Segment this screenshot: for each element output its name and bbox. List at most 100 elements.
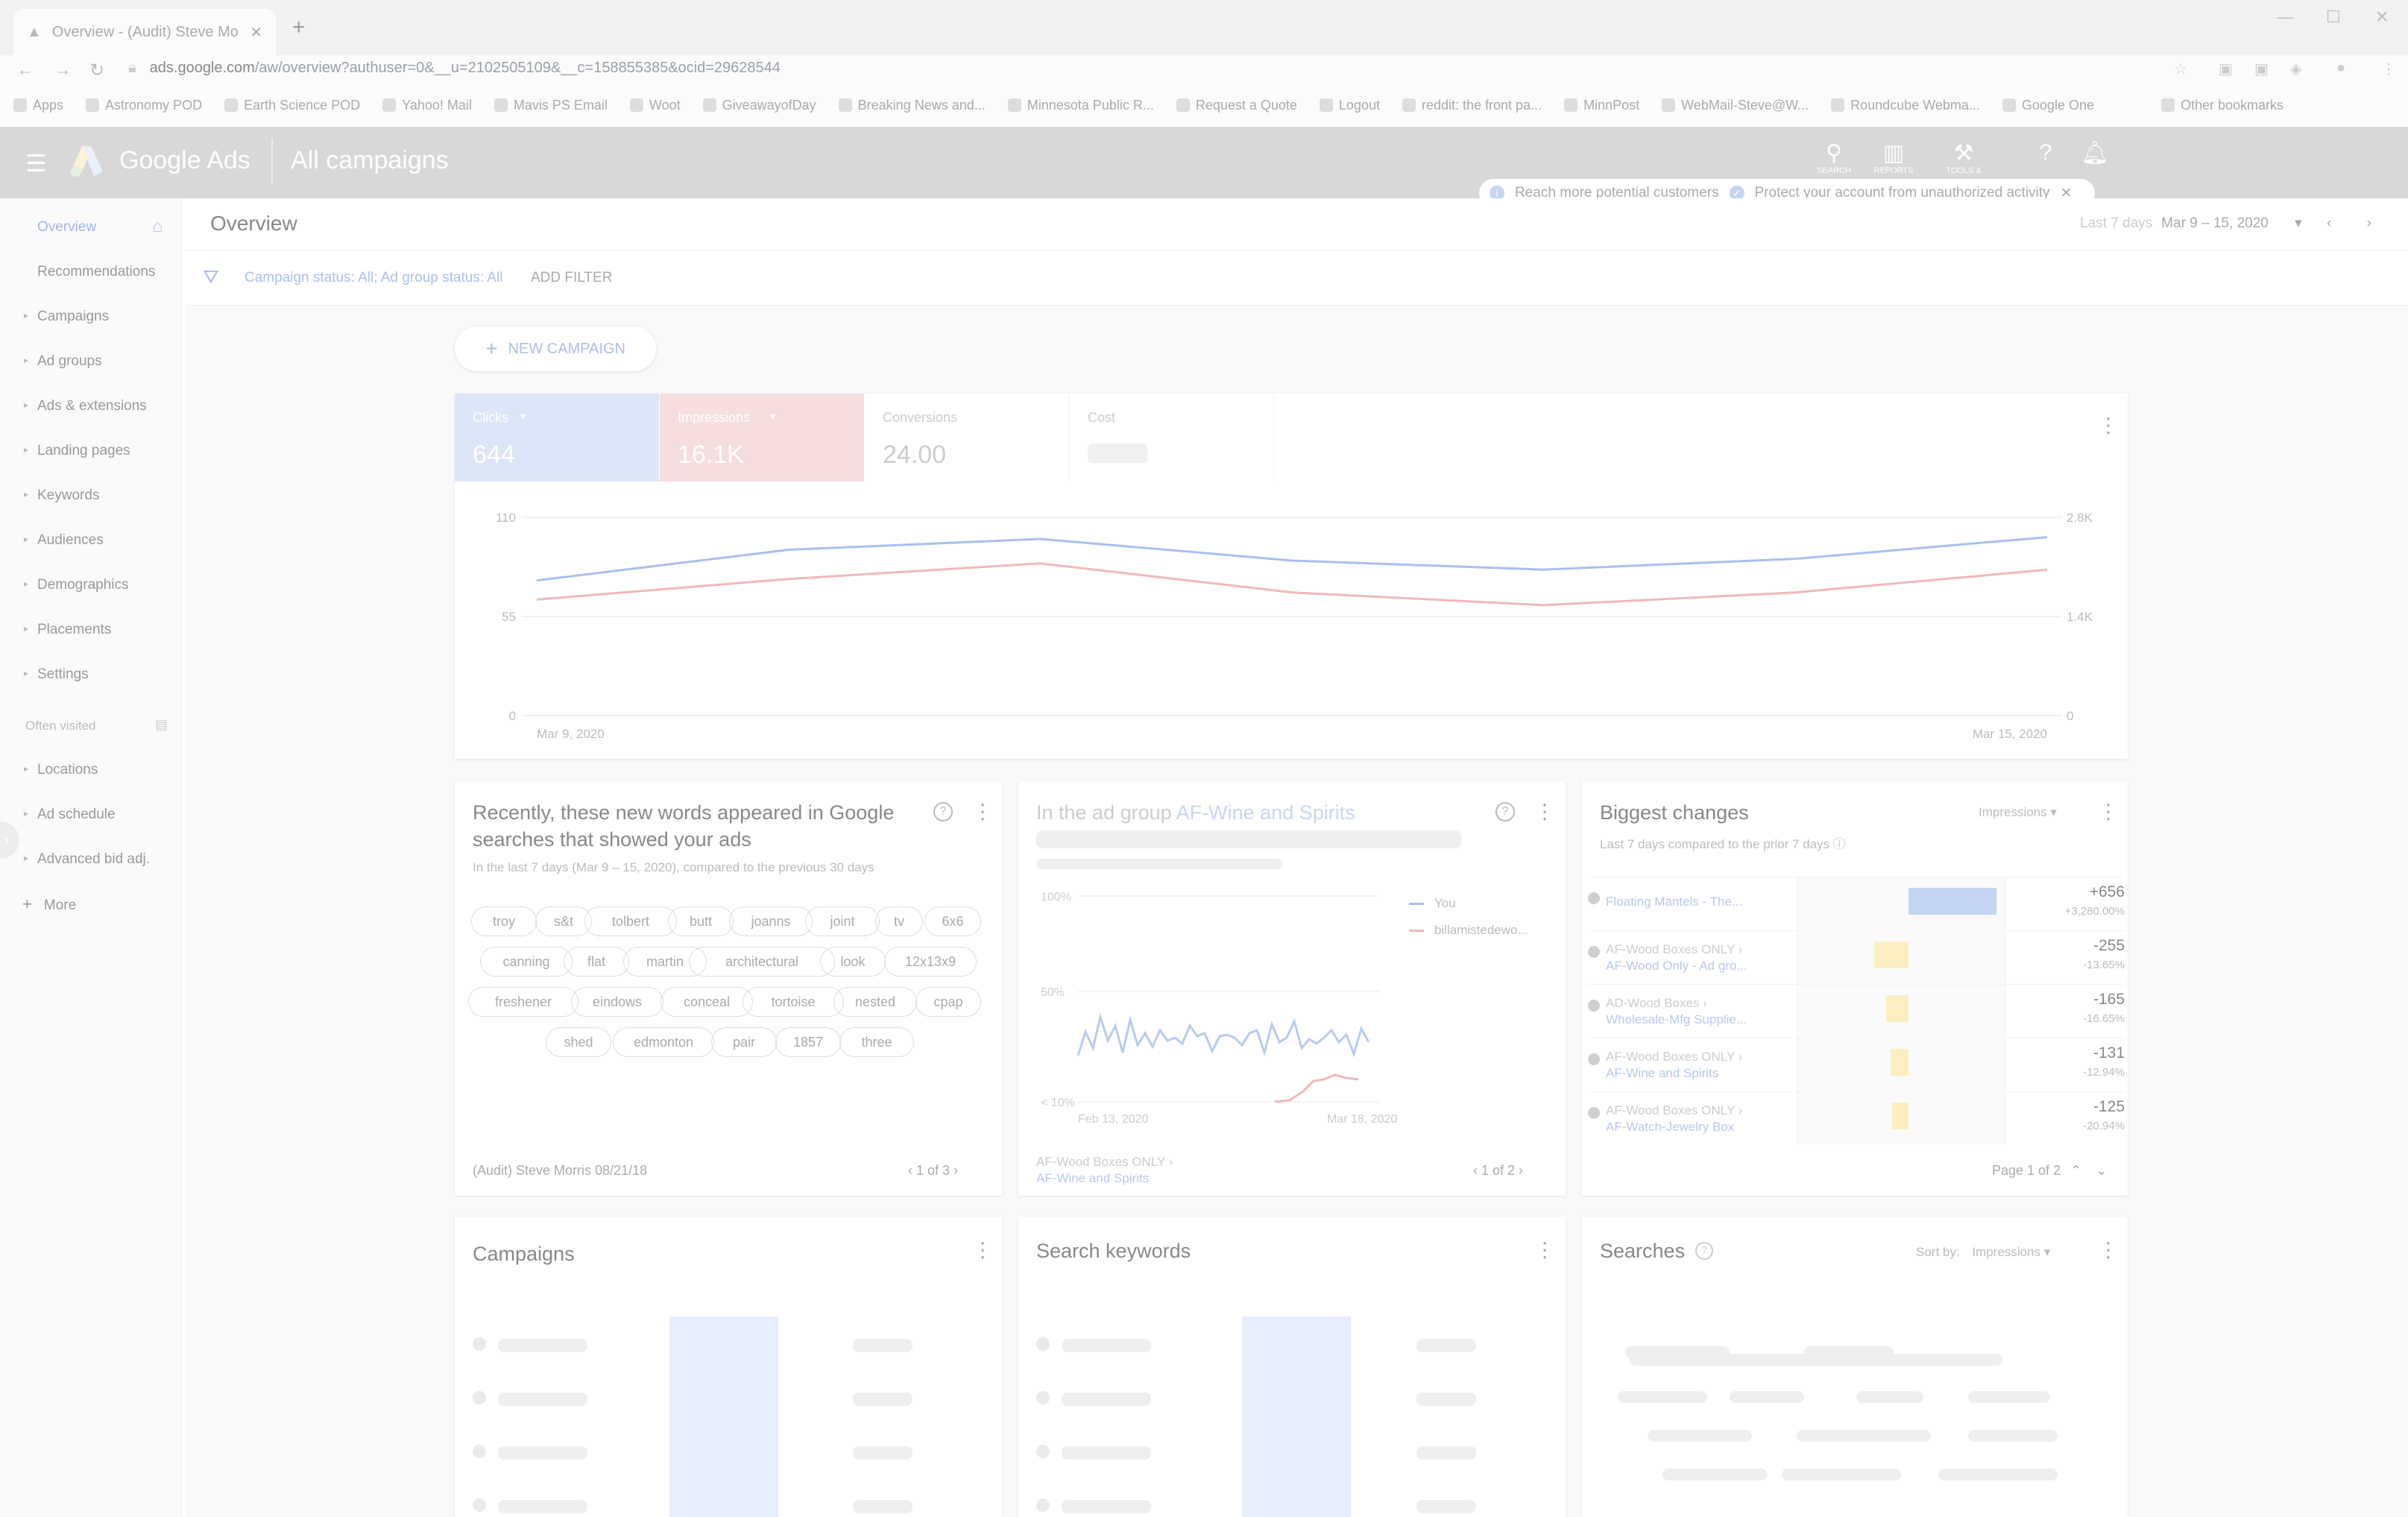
word-chip[interactable]: look — [820, 947, 886, 977]
bookmark-item[interactable]: Woot — [629, 94, 681, 116]
bookmark-item[interactable]: Google One — [2002, 94, 2094, 116]
chevron-right-icon[interactable]: › — [1515, 1163, 1523, 1178]
bookmark-item[interactable]: Roundcube Webma... — [1831, 94, 1980, 116]
help-icon[interactable]: ? — [1695, 1242, 1713, 1260]
word-chip[interactable]: s&t — [535, 906, 592, 936]
reload-icon[interactable]: ↻ — [89, 60, 104, 81]
bookmark-item[interactable]: Logout — [1319, 94, 1380, 116]
help-icon[interactable]: ⓘ — [1833, 837, 1846, 851]
filter-text[interactable]: Campaign status: All; Ad group status: A… — [245, 270, 502, 286]
bookmark-item[interactable]: Earth Science POD — [224, 94, 360, 116]
forward-icon[interactable]: → — [54, 60, 72, 81]
bookmark-item[interactable]: Breaking News and... — [838, 94, 986, 116]
word-chip[interactable]: nested — [833, 987, 917, 1017]
help-icon[interactable]: ? — [2023, 140, 2068, 165]
word-chip[interactable]: joint — [805, 906, 880, 936]
menu-icon[interactable]: ☰ — [25, 149, 47, 177]
tools-icon[interactable]: ⚒ TOOLS & — [1941, 140, 1986, 175]
word-chip[interactable]: conceal — [661, 987, 753, 1017]
word-chip[interactable]: 6x6 — [924, 906, 981, 936]
word-chip[interactable]: canning — [480, 947, 573, 977]
more-options-icon[interactable]: ⋮ — [1534, 799, 1555, 824]
sidebar-item[interactable]: Ads & extensions — [37, 398, 147, 414]
bookmark-item[interactable]: reddit: the front pa... — [1402, 94, 1542, 116]
sidebar-item[interactable]: Settings — [37, 666, 89, 683]
minimize-icon[interactable]: — — [2277, 7, 2293, 27]
sidebar-item[interactable]: Landing pages — [37, 443, 130, 459]
url-input[interactable]: 🔒︎ ads.google.com/aw/overview?authuser=0&… — [128, 60, 2208, 78]
scope-title[interactable]: All campaigns — [291, 146, 449, 175]
chevron-up-icon[interactable]: ⌃ — [2070, 1163, 2081, 1178]
profile-avatar[interactable]: ● — [2336, 60, 2345, 77]
biggest-change-row[interactable]: AF-Wood Boxes ONLY › AF-Wood Only - Ad gr… — [1588, 930, 2125, 983]
more-options-icon[interactable]: ⋮ — [2098, 799, 2119, 824]
bookmark-item[interactable]: Yahoo! Mail — [382, 94, 472, 116]
word-chip[interactable]: pair — [711, 1027, 777, 1057]
word-chip[interactable]: tortoise — [743, 987, 844, 1017]
next-period-icon[interactable]: › — [2367, 215, 2371, 231]
chevron-right-icon[interactable]: › — [950, 1163, 958, 1178]
sidebar-item[interactable]: Locations — [37, 762, 98, 778]
previous-period-icon[interactable]: ‹ — [2327, 215, 2331, 231]
biggest-change-row[interactable]: AF-Wood Boxes ONLY › AF-Watch-Jewelry Box… — [1588, 1091, 2125, 1144]
sidebar-item[interactable]: Audiences — [37, 532, 104, 549]
help-icon[interactable]: ? — [933, 802, 953, 821]
more-options-icon[interactable]: ⋮ — [1534, 1237, 1555, 1262]
metric-tile[interactable]: Impressions ▾ 16.1K — [660, 394, 864, 482]
maximize-icon[interactable]: ☐ — [2326, 7, 2341, 27]
entity-name[interactable]: AF-Wood Boxes ONLY › AF-Wine and Spirits — [1606, 1049, 1770, 1082]
metric-tile[interactable]: Cost — [1070, 394, 1274, 482]
biggest-change-row[interactable]: AD-Wood Boxes › Wholesale-Mfg Supplie... -… — [1588, 984, 2125, 1037]
chevron-left-icon[interactable]: ‹ — [908, 1163, 916, 1178]
more-options-icon[interactable]: ⋮ — [972, 1237, 993, 1262]
add-filter-button[interactable]: ADD FILTER — [531, 270, 612, 286]
word-chip[interactable]: joanns — [729, 906, 813, 936]
bookmark-item[interactable]: Minnesota Public R... — [1007, 94, 1154, 116]
footer-child[interactable]: AF-Wine and Spirits — [1036, 1170, 1173, 1187]
extension-icon[interactable]: ▣ — [2219, 60, 2233, 78]
filter-icon[interactable]: ⛛ — [203, 265, 219, 289]
word-chip[interactable]: shed — [546, 1027, 611, 1057]
word-chip[interactable]: troy — [471, 906, 537, 936]
bookmark-item[interactable]: WebMail-Steve@W... — [1662, 94, 1809, 116]
biggest-change-row[interactable]: Floating Mantels - The... +656 +3,280.00% — [1588, 877, 2125, 930]
back-icon[interactable]: ← — [16, 60, 34, 81]
bookmark-item[interactable]: Other bookmarks — [2160, 94, 2283, 116]
word-chip[interactable]: tv — [875, 906, 923, 936]
new-tab-icon[interactable]: + — [292, 15, 306, 40]
word-chip[interactable]: edmonton — [613, 1027, 714, 1057]
bookmark-item[interactable]: Request a Quote — [1176, 94, 1297, 116]
close-tab-icon[interactable]: ✕ — [250, 23, 262, 42]
sidebar-item[interactable]: Placements — [37, 622, 111, 638]
bookmark-item[interactable]: Astronomy POD — [86, 94, 202, 116]
entity-name[interactable]: Floating Mantels - The... — [1606, 894, 1770, 910]
more-options-icon[interactable]: ⋮ — [972, 799, 993, 824]
date-range-picker[interactable]: Last 7 days Mar 9 – 15, 2020 ▾ ‹ › — [2080, 215, 2371, 232]
bookmark-star-icon[interactable]: ☆ — [2174, 60, 2187, 78]
word-chip[interactable]: flat — [564, 947, 629, 977]
auction-title-link[interactable]: AF-Wine and Spirits — [1176, 801, 1355, 824]
help-icon[interactable]: ? — [1495, 802, 1515, 821]
notifications-icon[interactable]: 🔔︎ — [2073, 140, 2117, 166]
close-window-icon[interactable]: ✕ — [2375, 7, 2389, 27]
word-chip[interactable]: 12x13x9 — [884, 947, 977, 977]
sidebar-item[interactable]: Overview — [37, 219, 96, 236]
metric-tile[interactable]: Conversions 24.00 — [865, 394, 1069, 482]
sidebar-more[interactable]: + More — [22, 895, 76, 914]
bookmark-item[interactable]: MinnPost — [1564, 94, 1639, 116]
entity-name[interactable]: AF-Wood Boxes ONLY › AF-Watch-Jewelry Box — [1606, 1103, 1770, 1135]
sidebar-item[interactable]: Demographics — [37, 577, 129, 593]
sidebar-item[interactable]: Ad schedule — [37, 807, 116, 823]
bookmark-item[interactable]: Mavis PS Email — [494, 94, 608, 116]
word-chip[interactable]: architectural — [689, 947, 835, 977]
word-chip[interactable]: 1857 — [775, 1027, 841, 1057]
chevron-left-icon[interactable]: ‹ — [1473, 1163, 1481, 1178]
word-chip[interactable]: three — [839, 1027, 914, 1057]
sidebar-item[interactable]: Keywords — [37, 488, 99, 504]
expand-sidebar-handle[interactable]: › — [0, 821, 19, 859]
sidebar-item[interactable]: Advanced bid adj. — [37, 851, 150, 868]
reports-icon[interactable]: ▥ REPORTS — [1871, 140, 1916, 175]
browser-tab[interactable]: ▲ Overview - (Audit) Steve Morris ✕ — [13, 9, 276, 55]
word-chip[interactable]: cpap — [915, 987, 981, 1017]
sidebar-item[interactable]: Recommendations — [37, 264, 155, 280]
